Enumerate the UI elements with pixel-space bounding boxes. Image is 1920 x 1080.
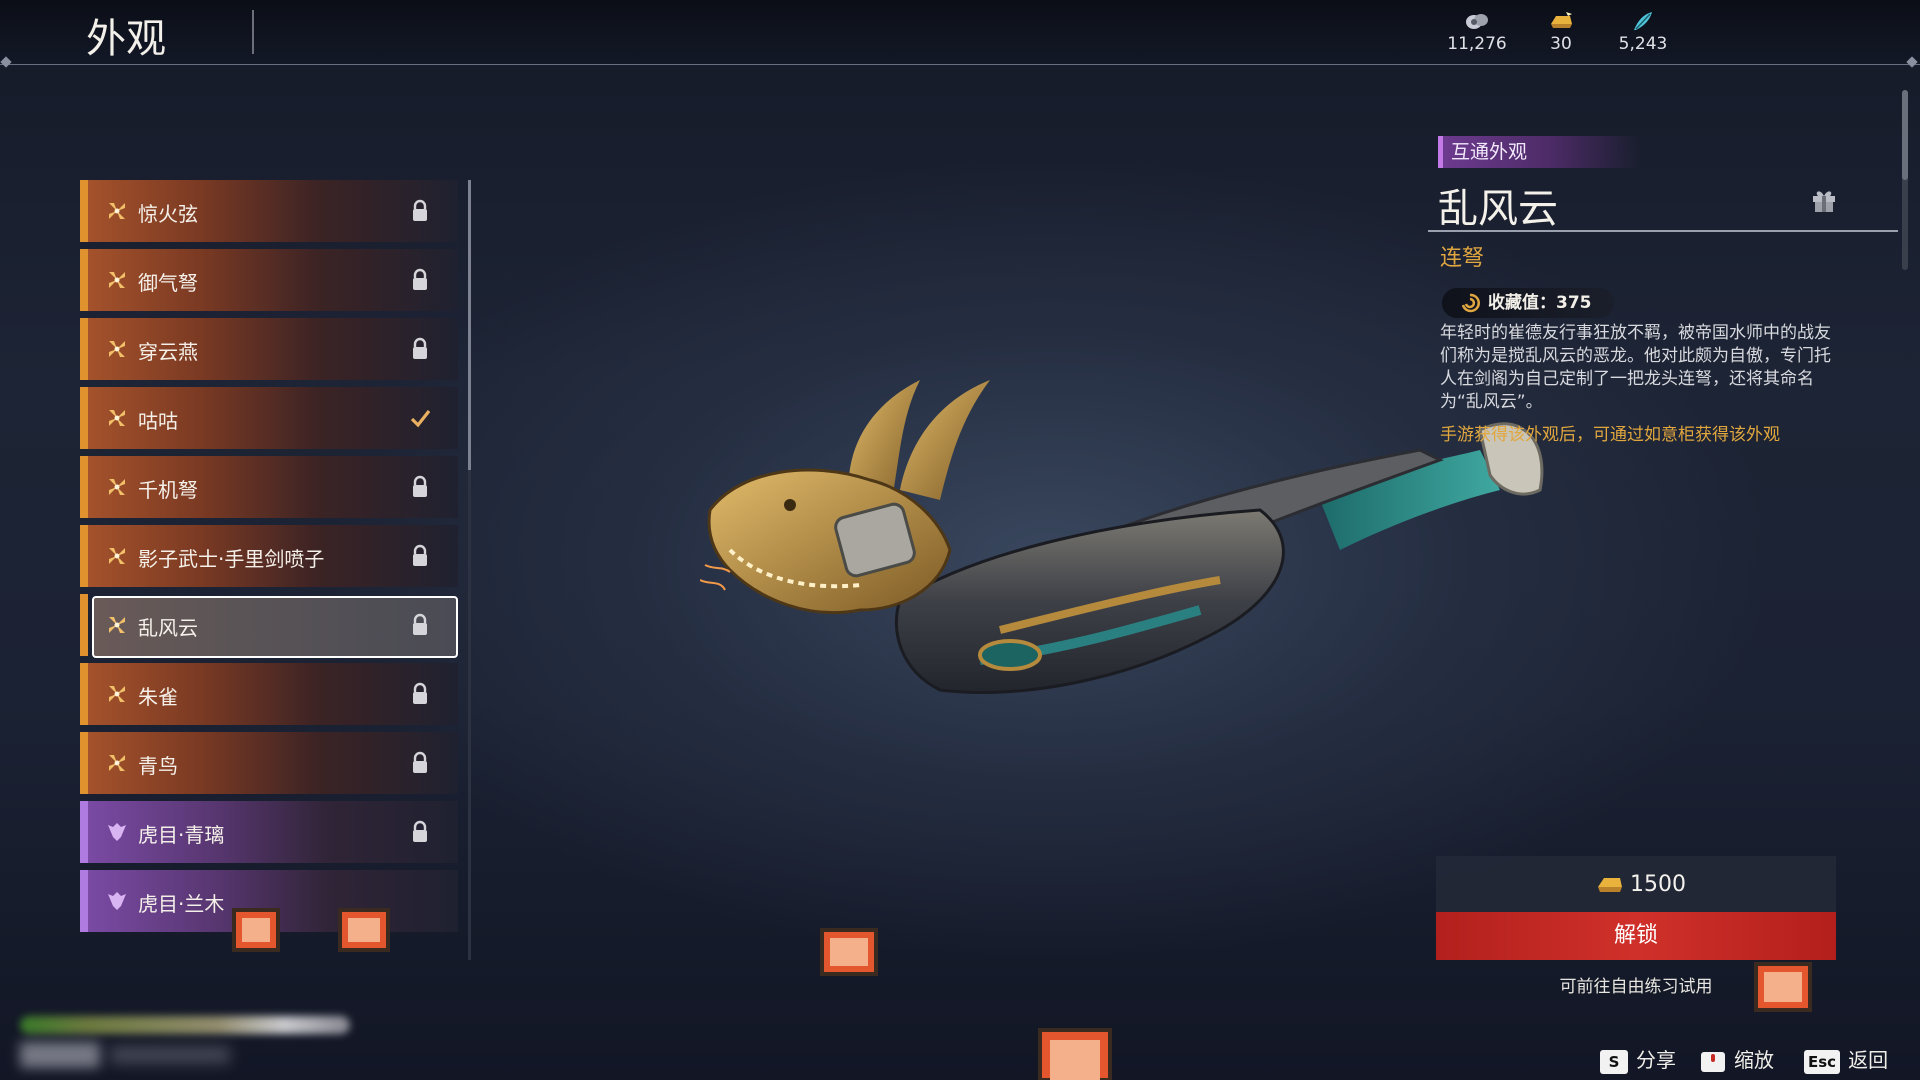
skin-list-item-label: 咕咕 — [138, 409, 178, 433]
crown-icon — [106, 890, 128, 912]
skin-list-item-label: 朱雀 — [138, 685, 178, 709]
weapon-type: 连弩 — [1440, 246, 1485, 271]
skin-list-item-label: 虎目·青璃 — [138, 823, 225, 847]
tier-stripe — [80, 249, 88, 311]
tier-stripe — [80, 663, 88, 725]
gold-ingot-icon — [1598, 878, 1622, 892]
lock-icon — [410, 682, 430, 706]
skin-list-item[interactable]: 虎目·青璃 — [80, 801, 458, 863]
acquire-hint: 手游获得该外观后，可通过如意柜获得该外观 — [1440, 425, 1780, 445]
tier-stripe — [80, 732, 88, 794]
skin-list-item-label: 惊火弦 — [138, 202, 198, 226]
lock-icon — [410, 268, 430, 292]
unlock-price-value: 1500 — [1630, 872, 1686, 897]
flower-icon — [106, 683, 128, 705]
lantern-decoration — [232, 908, 280, 952]
currency-coins-value: 11,276 — [1447, 34, 1507, 54]
flower-icon — [106, 614, 128, 636]
jade-feather-icon — [1634, 12, 1652, 30]
skin-list-item[interactable]: 惊火弦 — [80, 180, 458, 242]
tier-stripe — [80, 525, 88, 587]
lantern-decoration — [820, 928, 878, 976]
collection-value: 收藏值：375 — [1488, 293, 1592, 313]
flower-icon — [106, 752, 128, 774]
skin-list-item[interactable]: 穿云燕 — [80, 318, 458, 380]
back-key: Esc — [1804, 1049, 1841, 1074]
lantern-decoration — [1038, 1028, 1112, 1080]
share-label: 分享 — [1636, 1048, 1676, 1072]
lock-icon — [410, 199, 430, 223]
gold-ingot-icon — [1551, 12, 1572, 28]
lock-icon — [410, 475, 430, 499]
lock-icon — [410, 337, 430, 361]
skin-list-item[interactable]: 朱雀 — [80, 663, 458, 725]
skin-list-item-label: 虎目·兰木 — [138, 892, 225, 916]
crossplay-tag: 互通外观 — [1438, 136, 1641, 168]
lock-icon — [410, 544, 430, 568]
crown-icon — [106, 821, 128, 843]
blurred-player-bar — [20, 1016, 350, 1034]
currency-jade: 5,243 — [1598, 10, 1688, 54]
lock-icon — [410, 751, 430, 775]
collection-value-badge: 收藏值：375 — [1442, 288, 1614, 318]
flower-icon — [106, 407, 128, 429]
skin-description: 年轻时的崔德友行事狂放不羁，被帝国水师中的战友们称为是搅乱风云的恶龙。他对此颇为… — [1440, 323, 1831, 412]
lock-icon — [410, 820, 430, 844]
skin-list-item[interactable]: 咕咕 — [80, 387, 458, 449]
skin-list-item-label: 影子武士·手里剑喷子 — [138, 547, 325, 571]
currency-ingots-value: 30 — [1550, 34, 1572, 54]
share-hotkey[interactable]: S 分享 — [1600, 1044, 1676, 1074]
tier-stripe — [80, 180, 88, 242]
gift-icon[interactable] — [1810, 186, 1838, 214]
skin-list-item-label: 乱风云 — [138, 616, 198, 640]
name-divider — [1428, 230, 1898, 232]
page-title: 外观 — [86, 16, 166, 62]
currency-jade-value: 5,243 — [1618, 34, 1668, 54]
back-hotkey[interactable]: Esc 返回 — [1804, 1044, 1889, 1074]
tier-stripe — [80, 870, 88, 932]
flower-icon — [106, 476, 128, 498]
blurred-player-name — [20, 1042, 100, 1068]
skin-list-item[interactable]: 乱风云 — [80, 594, 458, 658]
back-label: 返回 — [1848, 1048, 1889, 1072]
skin-list-item[interactable]: 御气弩 — [80, 249, 458, 311]
zoom-label: 缩放 — [1734, 1048, 1774, 1072]
skin-list-item[interactable]: 青鸟 — [80, 732, 458, 794]
trial-link[interactable]: 可前往自由练习试用 — [1436, 972, 1836, 997]
skin-list-item-label: 青鸟 — [138, 754, 178, 778]
skin-list-item[interactable]: 千机弩 — [80, 456, 458, 518]
tier-stripe — [80, 801, 88, 863]
tier-stripe — [80, 318, 88, 380]
zoom-hotkey[interactable]: 缩放 — [1700, 1044, 1774, 1072]
skin-name: 乱风云 — [1438, 186, 1558, 232]
flower-icon — [106, 545, 128, 567]
title-divider — [252, 10, 254, 54]
currency-ingots: 30 — [1516, 10, 1606, 54]
flower-icon — [106, 269, 128, 291]
flower-icon — [106, 338, 128, 360]
list-scroll-thumb[interactable] — [468, 180, 471, 470]
flower-icon — [106, 200, 128, 222]
skin-list-item-label: 穿云燕 — [138, 340, 198, 364]
lock-icon — [410, 613, 430, 637]
skin-list-item[interactable]: 影子武士·手里剑喷子 — [80, 525, 458, 587]
tier-stripe — [80, 594, 88, 656]
share-key: S — [1600, 1049, 1628, 1074]
checkmark-icon — [410, 406, 431, 430]
currency-coins: 11,276 — [1432, 10, 1522, 54]
unlock-button[interactable]: 解锁 — [1436, 912, 1836, 960]
blurred-player-id — [110, 1046, 230, 1064]
tier-stripe — [80, 387, 88, 449]
skin-list-item-label: 千机弩 — [138, 478, 198, 502]
skin-list-item-label: 御气弩 — [138, 271, 198, 295]
unlock-price: 1500 — [1596, 872, 1686, 897]
coin-pouch-icon — [1466, 14, 1488, 29]
top-bar: 外观 11,276 30 5,243 — [0, 0, 1920, 65]
spiral-icon — [1461, 293, 1480, 313]
mouse-wheel-icon — [1701, 1051, 1725, 1072]
lantern-decoration — [338, 908, 390, 952]
detail-scroll-thumb[interactable] — [1902, 90, 1908, 180]
tier-stripe — [80, 456, 88, 518]
skin-list[interactable]: 惊火弦御气弩穿云燕咕咕千机弩影子武士·手里剑喷子 乱风云朱雀青鸟虎目·青璃虎目·兰… — [80, 180, 460, 960]
